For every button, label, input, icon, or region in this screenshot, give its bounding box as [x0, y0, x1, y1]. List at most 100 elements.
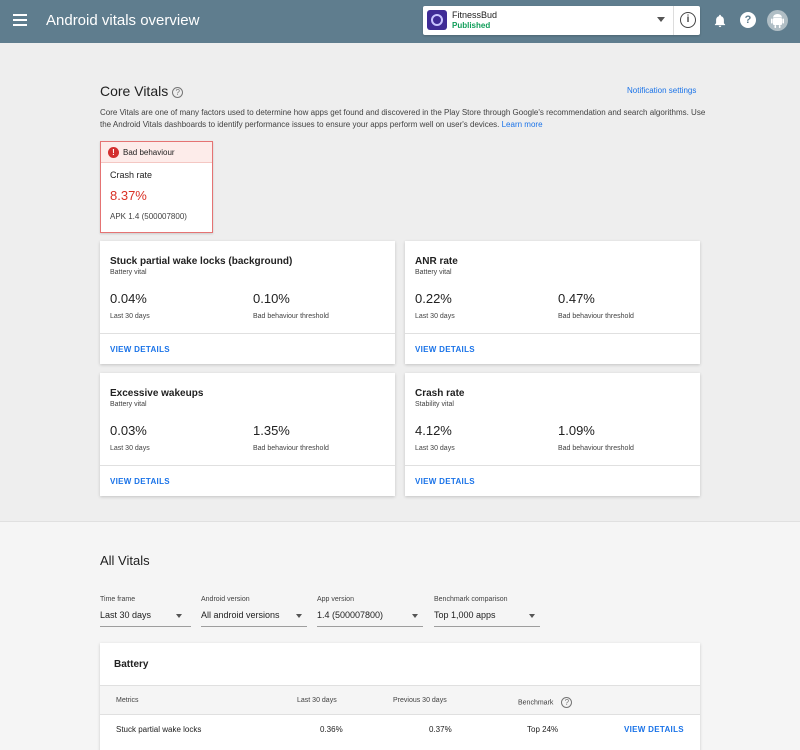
column-header-previous-30-days: Previous 30 days: [393, 697, 447, 704]
app-name: FitnessBud: [452, 10, 498, 20]
divider: [673, 6, 674, 35]
filter-label: Time frame: [100, 596, 136, 603]
app-logo-icon: [427, 10, 447, 30]
vital-threshold-label: Bad behaviour threshold: [558, 445, 634, 452]
vital-threshold: 1.09%: [558, 423, 595, 438]
all-vitals-section: All Vitals Time frame Last 30 days Andro…: [0, 521, 800, 750]
underline: [100, 626, 191, 627]
vital-threshold-label: Bad behaviour threshold: [253, 313, 329, 320]
battery-title: Battery: [114, 659, 149, 670]
core-vitals-section: Core Vitals? Notification settings Core …: [0, 43, 800, 521]
help-icon[interactable]: ?: [561, 697, 573, 708]
divider: [100, 333, 395, 334]
filter-android-version[interactable]: Android version All android versions: [201, 596, 307, 628]
vital-subtitle: Battery vital: [110, 269, 147, 276]
app-selector[interactable]: FitnessBud Published i: [423, 6, 700, 35]
bad-metric-name: Crash rate: [110, 170, 153, 180]
filter-value: Last 30 days: [100, 610, 152, 620]
vital-value: 4.12%: [415, 423, 452, 438]
notification-settings-link[interactable]: Notification settings: [627, 86, 696, 95]
vital-threshold-label: Bad behaviour threshold: [558, 313, 634, 320]
vital-card-excessive-wakeups: Excessive wakeups Battery vital 0.03% La…: [100, 373, 395, 496]
avatar[interactable]: [767, 10, 788, 31]
vital-subtitle: Battery vital: [415, 269, 452, 276]
menu-icon[interactable]: [13, 14, 27, 26]
column-header-metrics: Metrics: [116, 697, 139, 704]
vital-value: 0.04%: [110, 291, 147, 306]
column-header-last-30-days: Last 30 days: [297, 697, 337, 704]
filter-value: 1.4 (500007800): [317, 610, 384, 620]
view-details-button[interactable]: VIEW DETAILS: [110, 477, 170, 486]
app-status: Published: [452, 21, 491, 30]
help-icon[interactable]: ?: [740, 12, 756, 28]
row-previous-30-days: 0.37%: [429, 725, 452, 734]
column-header-benchmark: Benchmark?: [518, 697, 573, 708]
vital-value-label: Last 30 days: [110, 313, 150, 320]
chevron-down-icon: [176, 614, 182, 618]
core-vitals-title: Core Vitals: [100, 83, 169, 99]
android-robot-icon: [771, 14, 784, 28]
table-header: Metrics Last 30 days Previous 30 days Be…: [100, 685, 700, 715]
divider: [405, 333, 700, 334]
help-icon[interactable]: ?: [172, 86, 184, 98]
underline: [434, 626, 540, 627]
filter-benchmark-comparison[interactable]: Benchmark comparison Top 1,000 apps: [434, 596, 540, 628]
vital-title: ANR rate: [415, 256, 458, 267]
vital-title: Stuck partial wake locks (background): [110, 256, 293, 267]
description-text: Core Vitals are one of many factors used…: [100, 108, 706, 129]
battery-card: Battery Metrics Last 30 days Previous 30…: [100, 643, 700, 750]
divider: [100, 465, 395, 466]
bell-icon[interactable]: [714, 14, 726, 28]
view-details-button[interactable]: VIEW DETAILS: [415, 345, 475, 354]
bad-behaviour-card[interactable]: ! Bad behaviour Crash rate 8.37% APK 1.4…: [100, 141, 213, 233]
view-details-button[interactable]: VIEW DETAILS: [624, 725, 684, 734]
vital-value-label: Last 30 days: [415, 313, 455, 320]
filter-time-frame[interactable]: Time frame Last 30 days: [100, 596, 191, 628]
filter-value: All android versions: [201, 610, 280, 620]
top-app-bar: Android vitals overview FitnessBud Publi…: [0, 0, 800, 43]
filter-value: Top 1,000 apps: [434, 610, 496, 620]
vital-value: 0.03%: [110, 423, 147, 438]
row-last-30-days: 0.36%: [320, 725, 343, 734]
vital-threshold-label: Bad behaviour threshold: [253, 445, 329, 452]
vital-subtitle: Stability vital: [415, 401, 454, 408]
apk-version: APK 1.4 (500007800): [110, 212, 187, 221]
filter-label: App version: [317, 596, 354, 603]
vital-threshold: 0.47%: [558, 291, 595, 306]
learn-more-link[interactable]: Learn more: [502, 120, 543, 129]
row-benchmark: Top 24%: [527, 725, 559, 734]
page-title: Android vitals overview: [46, 12, 200, 29]
vital-value-label: Last 30 days: [415, 445, 455, 452]
bad-behaviour-header: ! Bad behaviour: [101, 142, 212, 163]
filter-app-version[interactable]: App version 1.4 (500007800): [317, 596, 423, 628]
info-icon[interactable]: i: [680, 12, 696, 28]
benchmark-label: Benchmark: [518, 699, 554, 707]
chevron-down-icon: [412, 614, 418, 618]
all-vitals-title: All Vitals: [100, 553, 150, 568]
bad-behaviour-label: Bad behaviour: [123, 148, 175, 157]
view-details-button[interactable]: VIEW DETAILS: [415, 477, 475, 486]
vital-value: 0.22%: [415, 291, 452, 306]
divider: [405, 465, 700, 466]
vital-threshold: 0.10%: [253, 291, 290, 306]
vital-value-label: Last 30 days: [110, 445, 150, 452]
vital-card-anr-rate: ANR rate Battery vital 0.22% Last 30 day…: [405, 241, 700, 364]
core-vitals-description: Core Vitals are one of many factors used…: [100, 107, 710, 131]
section-title: Core Vitals?: [100, 83, 184, 99]
row-metric: Stuck partial wake locks: [116, 725, 202, 734]
vital-title: Crash rate: [415, 388, 465, 399]
vital-card-stuck-wake-locks: Stuck partial wake locks (background) Ba…: [100, 241, 395, 364]
filter-label: Benchmark comparison: [434, 596, 508, 603]
underline: [201, 626, 307, 627]
error-icon: !: [108, 147, 119, 158]
chevron-down-icon: [529, 614, 535, 618]
vital-card-crash-rate: Crash rate Stability vital 4.12% Last 30…: [405, 373, 700, 496]
vital-threshold: 1.35%: [253, 423, 290, 438]
chevron-down-icon: [296, 614, 302, 618]
filter-label: Android version: [201, 596, 250, 603]
view-details-button[interactable]: VIEW DETAILS: [110, 345, 170, 354]
vital-subtitle: Battery vital: [110, 401, 147, 408]
chevron-down-icon[interactable]: [657, 17, 665, 22]
underline: [317, 626, 423, 627]
vital-title: Excessive wakeups: [110, 388, 204, 399]
